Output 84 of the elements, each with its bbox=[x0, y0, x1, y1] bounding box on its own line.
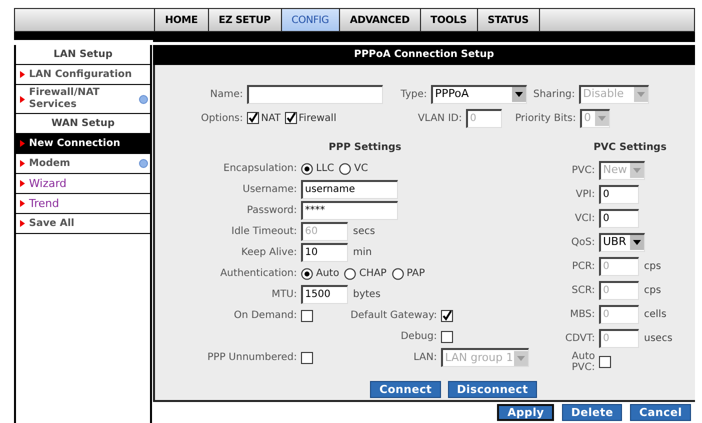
field-label: PVC: bbox=[570, 164, 595, 176]
field-label: Idle Timeout: bbox=[230, 225, 297, 239]
option-label: Auto bbox=[316, 267, 340, 281]
field-label: LAN: bbox=[412, 351, 437, 365]
unit-label: usecs bbox=[644, 332, 672, 346]
option-label: VC bbox=[354, 162, 368, 176]
option-label: CHAP bbox=[359, 267, 387, 281]
action-button[interactable]: Delete bbox=[562, 404, 622, 421]
field-label: On Demand: bbox=[232, 309, 297, 323]
caret-icon bbox=[20, 71, 25, 78]
text-field[interactable]: 1500 bbox=[301, 285, 348, 304]
field-label: QoS: bbox=[570, 236, 595, 248]
text-field[interactable]: 0 bbox=[599, 208, 639, 228]
field-label: Keep Alive: bbox=[240, 246, 297, 260]
field-label: Auto PVC: bbox=[570, 351, 595, 373]
unit-label: secs bbox=[353, 225, 376, 239]
action-button[interactable]: Connect bbox=[370, 381, 441, 398]
section-heading: PPP Settings bbox=[328, 141, 402, 155]
text-field[interactable]: 0 bbox=[599, 184, 639, 204]
field-label: PCR: bbox=[570, 260, 595, 272]
field-label: Default Gateway: bbox=[349, 309, 437, 323]
text-field[interactable] bbox=[247, 84, 383, 104]
nav-tab[interactable]: CONFIG bbox=[280, 9, 339, 31]
field-label: Name: bbox=[209, 88, 243, 102]
radio-button[interactable] bbox=[301, 162, 313, 174]
radio-button[interactable] bbox=[392, 268, 404, 280]
caret-icon bbox=[20, 96, 25, 102]
panel-title: PPPoA Connection Setup bbox=[153, 45, 695, 65]
nav-tab[interactable]: TOOLS bbox=[420, 9, 477, 31]
checkbox[interactable] bbox=[599, 356, 611, 368]
nav-tab[interactable]: STATUS bbox=[476, 9, 539, 31]
checkbox[interactable] bbox=[247, 112, 259, 124]
field-label: MTU: bbox=[270, 288, 297, 302]
unit-label: bytes bbox=[353, 288, 381, 302]
field-label: SCR: bbox=[570, 284, 595, 296]
action-button[interactable]: Cancel bbox=[630, 404, 691, 421]
field-label: Priority Bits: bbox=[514, 112, 576, 126]
field-label: MBS: bbox=[568, 308, 595, 320]
sidebar-link[interactable]: Firewall/NAT Services bbox=[16, 85, 150, 114]
field-label: VCI: bbox=[574, 212, 595, 224]
checkbox[interactable] bbox=[301, 310, 313, 322]
nav-tab[interactable]: HOME bbox=[154, 9, 208, 31]
field-label: Encapsulation: bbox=[222, 162, 297, 176]
field-label: Debug: bbox=[400, 330, 437, 344]
dropdown[interactable]: UBR bbox=[599, 232, 645, 252]
action-button[interactable]: Disconnect bbox=[448, 381, 537, 398]
checkbox[interactable] bbox=[284, 112, 297, 124]
sidebar-link[interactable]: New Connection bbox=[16, 134, 150, 154]
checkbox[interactable] bbox=[441, 330, 453, 342]
caret-icon bbox=[20, 220, 25, 227]
field-label: Options: bbox=[200, 112, 243, 126]
unit-label: cells bbox=[644, 308, 666, 322]
option-label: PAP bbox=[406, 267, 425, 281]
option-label: Firewall bbox=[298, 112, 336, 126]
caret-icon bbox=[20, 200, 25, 207]
field-label: CDVT: bbox=[564, 332, 595, 344]
caret-icon bbox=[20, 160, 25, 167]
field-label: Authentication: bbox=[219, 267, 297, 281]
field-label: Sharing: bbox=[532, 88, 575, 102]
text-field[interactable]: username bbox=[301, 180, 398, 199]
nav-tab[interactable]: ADVANCED bbox=[338, 9, 420, 31]
unit-label: cps bbox=[644, 260, 662, 274]
field-label: VLAN ID: bbox=[416, 112, 462, 126]
radio-button[interactable] bbox=[344, 268, 356, 280]
option-label: NAT bbox=[261, 112, 281, 126]
unit-label: min bbox=[353, 246, 372, 260]
checkbox[interactable] bbox=[441, 310, 453, 322]
option-label: LLC bbox=[316, 162, 334, 176]
radio-button[interactable] bbox=[301, 268, 313, 280]
field-label: VPI: bbox=[574, 188, 595, 200]
field-label: Type: bbox=[400, 88, 427, 102]
field-label: Username: bbox=[242, 183, 297, 197]
text-field[interactable]: **** bbox=[301, 201, 398, 220]
radio-button[interactable] bbox=[339, 162, 352, 174]
action-button[interactable]: Apply bbox=[497, 404, 554, 421]
checkbox[interactable] bbox=[301, 352, 313, 364]
dropdown[interactable]: PPPoA bbox=[431, 84, 527, 104]
caret-icon bbox=[20, 180, 25, 187]
section-heading: PVC Settings bbox=[592, 141, 668, 155]
caret-icon bbox=[20, 140, 25, 147]
unit-label: cps bbox=[644, 284, 662, 298]
field-label: Password: bbox=[246, 204, 297, 218]
field-label: PPP Unnumbered: bbox=[206, 351, 297, 365]
text-field[interactable]: 10 bbox=[301, 243, 348, 262]
